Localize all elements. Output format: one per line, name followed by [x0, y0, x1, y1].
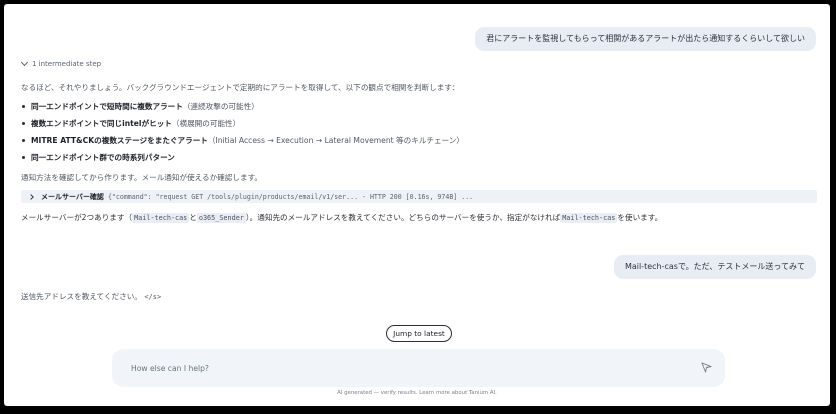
- mail-server-message: メールサーバーが2つあります（ Mail-tech-cas と o365_Sender…: [21, 212, 662, 224]
- inline-code: Mail-tech-cas: [560, 213, 618, 223]
- text-span: ）。通知先のメールアドレスを教えてください。どちらのサーバーを使うか、指定がなけ…: [245, 213, 561, 222]
- tool-call-row[interactable]: メールサーバー確認 {"command": "request GET /tool…: [21, 190, 817, 203]
- list-item-bold: 同一エンドポイントで短時間に複数アラート: [31, 102, 183, 111]
- correlation-criteria-list: 同一エンドポイントで短時間に複数アラート（連続攻撃の可能性） 複数エンドポイント…: [21, 101, 464, 169]
- list-item-bold: 複数エンドポイントで同じintelがヒット: [31, 119, 172, 128]
- tool-call-name: メールサーバー確認: [41, 192, 104, 201]
- user-message-bubble: Mail-tech-casで。ただ、テストメール送ってみて: [613, 255, 816, 279]
- assistant-followup-text: 通知方法を確認してから作ります。メール通知が使えるか確認します。: [21, 173, 263, 182]
- list-item-bold: MITRE ATT&CKの複数ステージをまたぐアラート: [31, 136, 208, 145]
- inline-code: o365_Sender: [196, 213, 246, 223]
- send-icon[interactable]: [701, 362, 712, 373]
- list-item-bold: 同一エンドポイント群での時系列パターン: [31, 153, 175, 162]
- text-span: を使います。: [617, 213, 663, 222]
- user-message-text: 君にアラートを監視してもらって相関があるアラートが出たら通知するくらいして欲しい: [486, 34, 805, 43]
- user-message-text: Mail-tech-casで。ただ、テストメール送ってみて: [624, 262, 805, 271]
- text-span: と: [189, 213, 197, 222]
- intermediate-step-toggle[interactable]: 1 intermediate step: [20, 58, 102, 68]
- chat-input[interactable]: [129, 362, 693, 374]
- chevron-down-icon: [20, 58, 29, 67]
- composer: [112, 349, 725, 387]
- inline-code: Mail-tech-cas: [132, 213, 190, 223]
- text-span: 送信先アドレスを教えてください。: [21, 292, 142, 301]
- list-item: 同一エンドポイント群での時系列パターン: [21, 152, 464, 169]
- user-message-bubble: 君にアラートを監視してもらって相関があるアラートが出たら通知するくらいして欲しい: [475, 27, 816, 51]
- list-item-note: （Initial Access → Execution → Lateral Mo…: [207, 136, 464, 145]
- assistant-intro-text: なるほど、それやりましょう。バックグラウンドエージェントで定期的にアラートを取得…: [21, 83, 460, 92]
- list-item: 複数エンドポイントで同じintelがヒット（横展開の可能性）: [21, 118, 464, 135]
- chevron-right-icon: [28, 193, 34, 200]
- end-tag: </s>: [144, 293, 162, 301]
- list-item: MITRE ATT&CKの複数ステージをまたぐアラート（Initial Acce…: [21, 135, 464, 152]
- chat-window: 君にアラートを監視してもらって相関があるアラートが出たら通知するくらいして欲しい…: [4, 4, 830, 406]
- assistant-ask-address: 送信先アドレスを教えてください。 </s>: [21, 291, 161, 303]
- text-span: メールサーバーが2つあります（: [21, 213, 133, 222]
- footer-disclaimer: AI generated — verify results. Learn mor…: [337, 390, 497, 396]
- intermediate-step-label: 1 intermediate step: [32, 60, 102, 68]
- list-item-note: （横展開の可能性）: [171, 119, 241, 128]
- tool-call-detail: {"command": "request GET /tools/plugin/p…: [107, 192, 474, 201]
- list-item-note: （連続攻撃の可能性）: [182, 102, 259, 111]
- jump-to-latest-button[interactable]: Jump to latest: [386, 325, 452, 342]
- list-item: 同一エンドポイントで短時間に複数アラート（連続攻撃の可能性）: [21, 101, 464, 118]
